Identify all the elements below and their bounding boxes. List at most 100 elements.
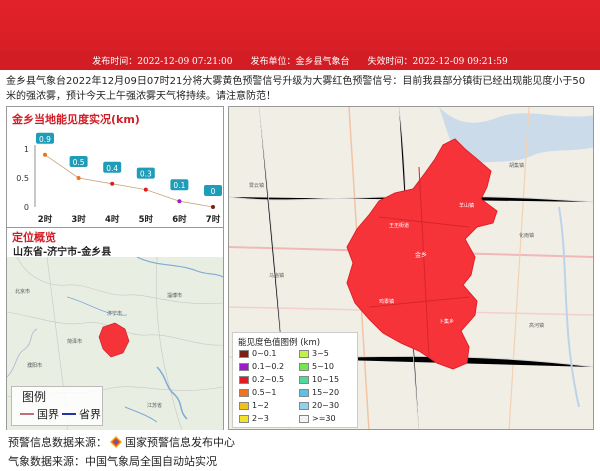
expire-time: 失效时间：2022-12-09 09:21:59 — [367, 56, 508, 67]
x-tick-label: 7时 — [206, 214, 221, 225]
legend-swatch — [239, 349, 249, 358]
map-label: 淄博市 — [167, 292, 182, 299]
legend-swatch — [299, 401, 309, 410]
visibility-legend-item: 3~5 — [299, 349, 329, 358]
publisher: 发布单位：金乡县气象台 — [250, 56, 350, 67]
data-label: 0.4 — [106, 164, 118, 173]
legend-swatch — [299, 375, 309, 384]
data-point — [177, 199, 182, 204]
legend-swatch — [239, 388, 249, 397]
national-border-label: 国界 — [37, 408, 59, 421]
visibility-legend-item: 0.2~0.5 — [239, 375, 284, 384]
data-label: 0.5 — [73, 158, 85, 167]
warning-source-label: 预警信息数据来源： — [8, 436, 107, 449]
legend-label: 10~15 — [312, 375, 340, 384]
legend-label: 1~2 — [252, 401, 269, 410]
x-tick-label: 4时 — [105, 214, 120, 225]
x-tick-label: 5时 — [139, 214, 154, 225]
legend-label: >=30 — [312, 414, 336, 423]
map-label: 菏泽市 — [67, 338, 82, 345]
visibility-legend-title: 能见度色值图例 (km) — [238, 338, 321, 348]
legend-label: 0.1~0.2 — [252, 362, 285, 371]
national-border-swatch — [20, 413, 34, 415]
visibility-legend-item: 0~0.1 — [239, 349, 277, 358]
map-legend: 图例 国界 省界 — [11, 386, 103, 426]
warning-banner — [0, 0, 600, 50]
map-label: 江苏省 — [147, 402, 162, 409]
map-label: 高河镇 — [529, 322, 544, 329]
legend-province: 省界 — [62, 406, 101, 422]
data-label: 0 — [211, 187, 216, 196]
visibility-legend-item: >=30 — [299, 414, 336, 423]
map-label: 北京市 — [15, 288, 30, 295]
map-label: 王丕街道 — [389, 222, 409, 229]
map-label: 马庙镇 — [269, 272, 284, 279]
legend-national: 国界 — [20, 406, 59, 422]
legend-swatch — [299, 414, 309, 423]
legend-swatch — [239, 401, 249, 410]
map-label: 濮阳市 — [27, 362, 42, 369]
legend-label: 0.2~0.5 — [252, 375, 285, 384]
visibility-legend-item: 15~20 — [299, 388, 339, 397]
data-point — [43, 152, 47, 157]
data-label: 0.1 — [173, 181, 185, 190]
legend-label: 15~20 — [312, 388, 340, 397]
visibility-legend-item: 0.1~0.2 — [239, 362, 284, 371]
legend-title: 图例 — [22, 390, 47, 404]
county-visibility-map[interactable]: 金乡 鸡黍镇 卜集乡 王丕街道 羊山镇 胡集镇 化雨镇 霄云镇 马庙镇 高河镇 … — [228, 106, 594, 430]
y-tick-label: 0.5 — [16, 174, 29, 183]
visibility-legend-item: 1~2 — [239, 401, 269, 410]
province-border-swatch — [62, 413, 76, 415]
map-label: 鸡黍镇 — [379, 298, 394, 305]
warning-description: 金乡县气象台2022年12月09日07时21分将大雾黄色预警信号升级为大雾红色预… — [6, 76, 586, 102]
location-overview-map[interactable]: 北京市 济宁市 菏泽市 濮阳市 淄博市 江苏省 图例 国界 省界 — [7, 257, 223, 430]
visibility-legend-item: 2~3 — [239, 414, 269, 423]
visibility-legend-item: 10~15 — [299, 375, 339, 384]
visibility-legend-item: 5~10 — [299, 362, 334, 371]
map-label: 金乡 — [415, 251, 427, 259]
legend-label: 0.5~1 — [252, 388, 277, 397]
legend-swatch — [239, 362, 249, 371]
legend-label: 0~0.1 — [252, 349, 277, 358]
x-tick-label: 6时 — [172, 214, 187, 225]
warning-source: 预警信息数据来源： 国家预警信息发布中心 — [8, 434, 235, 450]
x-tick-label: 2时 — [38, 214, 53, 225]
location-path: 山东省-济宁市-金乡县 — [13, 247, 112, 258]
legend-swatch — [299, 362, 309, 371]
legend-label: 3~5 — [312, 349, 329, 358]
map-label: 化雨镇 — [519, 232, 534, 239]
y-tick-label: 0 — [24, 203, 29, 212]
legend-swatch — [299, 349, 309, 358]
legend-label: 5~10 — [312, 362, 334, 371]
weather-source: 气象数据来源：中国气象局全国自动站实况 — [8, 455, 217, 468]
warning-source-org: 国家预警信息发布中心 — [125, 436, 235, 449]
map-label: 济宁市 — [107, 310, 122, 317]
warning-center-logo-icon — [110, 436, 122, 448]
warning-info-bar: 发布时间：2022-12-09 07:21:00 发布单位：金乡县气象台 失效时… — [0, 50, 600, 70]
map-label: 卜集乡 — [439, 318, 454, 325]
map-label: 羊山镇 — [459, 202, 474, 209]
left-panel: 金乡当地能见度实况(km) 0 0.5 1 0.9 2时 0.5 3时 0.4 4时 0.3 5时 0… — [6, 106, 224, 430]
data-point — [211, 205, 215, 209]
section-divider — [7, 227, 223, 228]
visibility-legend: 能见度色值图例 (km) 0~0.1 0.1~0.2 0.2~0.5 0.5~1 1~2… — [232, 332, 358, 428]
data-point — [76, 176, 81, 180]
legend-swatch — [239, 414, 249, 423]
province-border-label: 省界 — [79, 408, 101, 421]
visibility-title: 金乡当地能见度实况(km) — [12, 113, 140, 126]
map-label: 霄云镇 — [249, 182, 264, 189]
visibility-chart: 0 0.5 1 0.9 2时 0.5 3时 0.4 4时 0.3 5时 0.1 6时 0 7时 — [16, 132, 222, 225]
publish-time: 发布时间：2022-12-09 07:21:00 — [92, 56, 233, 67]
data-point — [143, 187, 148, 192]
visibility-legend-item: 20~30 — [299, 401, 339, 410]
data-label: 0.3 — [140, 170, 152, 179]
legend-label: 2~3 — [252, 414, 269, 423]
map-label: 胡集镇 — [509, 162, 524, 169]
legend-swatch — [239, 375, 249, 384]
visibility-legend-item: 0.5~1 — [239, 388, 277, 397]
x-tick-label: 3时 — [71, 214, 86, 225]
legend-swatch — [299, 388, 309, 397]
y-tick-label: 1 — [24, 145, 29, 154]
data-point — [110, 181, 115, 186]
legend-label: 20~30 — [312, 401, 340, 410]
